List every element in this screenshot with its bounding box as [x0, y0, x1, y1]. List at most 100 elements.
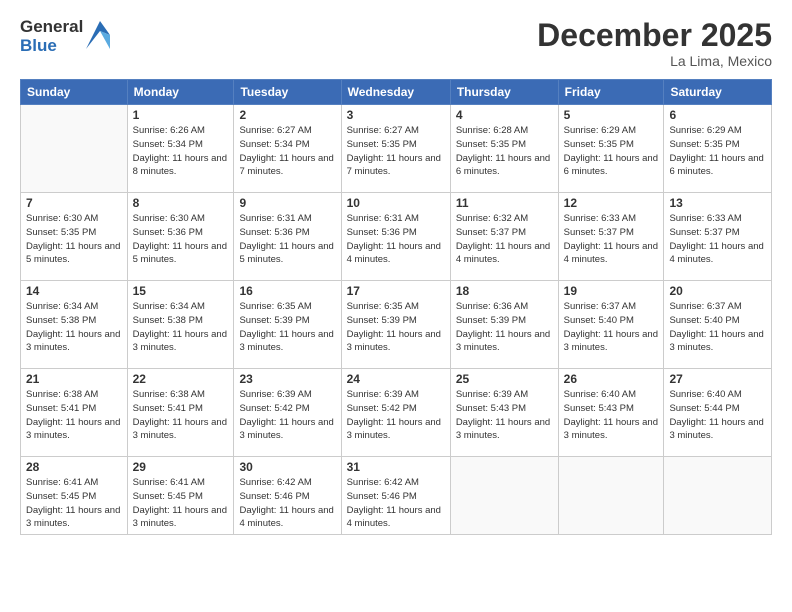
day-info: Sunrise: 6:29 AM Sunset: 5:35 PM Dayligh… [669, 124, 766, 179]
calendar: SundayMondayTuesdayWednesdayThursdayFrid… [20, 79, 772, 535]
day-info: Sunrise: 6:42 AM Sunset: 5:46 PM Dayligh… [239, 476, 335, 531]
day-info: Sunrise: 6:27 AM Sunset: 5:34 PM Dayligh… [239, 124, 335, 179]
day-number: 20 [669, 284, 766, 298]
day-number: 17 [347, 284, 445, 298]
calendar-cell: 5 Sunrise: 6:29 AM Sunset: 5:35 PM Daylig… [558, 105, 664, 193]
calendar-week-row: 7 Sunrise: 6:30 AM Sunset: 5:35 PM Daylig… [21, 193, 772, 281]
day-info: Sunrise: 6:26 AM Sunset: 5:34 PM Dayligh… [133, 124, 229, 179]
day-number: 18 [456, 284, 553, 298]
calendar-cell: 11 Sunrise: 6:32 AM Sunset: 5:37 PM Dayli… [450, 193, 558, 281]
calendar-cell: 23 Sunrise: 6:39 AM Sunset: 5:42 PM Dayli… [234, 369, 341, 457]
day-info: Sunrise: 6:37 AM Sunset: 5:40 PM Dayligh… [669, 300, 766, 355]
day-info: Sunrise: 6:42 AM Sunset: 5:46 PM Dayligh… [347, 476, 445, 531]
calendar-cell: 27 Sunrise: 6:40 AM Sunset: 5:44 PM Dayli… [664, 369, 772, 457]
day-number: 10 [347, 196, 445, 210]
calendar-cell: 3Sunrise: 6:27 AM Sunset: 5:35 PM Daylig… [341, 105, 450, 193]
calendar-week-row: 28 Sunrise: 6:41 AM Sunset: 5:45 PM Dayli… [21, 457, 772, 535]
day-number: 30 [239, 460, 335, 474]
day-number: 3 [347, 108, 445, 122]
day-number: 28 [26, 460, 122, 474]
day-info: Sunrise: 6:34 AM Sunset: 5:38 PM Dayligh… [26, 300, 122, 355]
logo-general: General [20, 18, 83, 37]
calendar-cell: 15 Sunrise: 6:34 AM Sunset: 5:38 PM Dayli… [127, 281, 234, 369]
weekday-header: Wednesday [341, 80, 450, 105]
calendar-cell: 10 Sunrise: 6:31 AM Sunset: 5:36 PM Dayli… [341, 193, 450, 281]
calendar-cell: 31Sunrise: 6:42 AM Sunset: 5:46 PM Dayli… [341, 457, 450, 535]
calendar-cell: 30 Sunrise: 6:42 AM Sunset: 5:46 PM Dayli… [234, 457, 341, 535]
weekday-header: Monday [127, 80, 234, 105]
weekday-header: Friday [558, 80, 664, 105]
calendar-cell: 2 Sunrise: 6:27 AM Sunset: 5:34 PM Daylig… [234, 105, 341, 193]
day-number: 23 [239, 372, 335, 386]
calendar-cell [21, 105, 128, 193]
calendar-cell: 12Sunrise: 6:33 AM Sunset: 5:37 PM Dayli… [558, 193, 664, 281]
day-number: 21 [26, 372, 122, 386]
calendar-cell: 25 Sunrise: 6:39 AM Sunset: 5:43 PM Dayli… [450, 369, 558, 457]
calendar-cell: 13 Sunrise: 6:33 AM Sunset: 5:37 PM Dayli… [664, 193, 772, 281]
day-info: Sunrise: 6:36 AM Sunset: 5:39 PM Dayligh… [456, 300, 553, 355]
day-info: Sunrise: 6:41 AM Sunset: 5:45 PM Dayligh… [26, 476, 122, 531]
day-info: Sunrise: 6:41 AM Sunset: 5:45 PM Dayligh… [133, 476, 229, 531]
calendar-week-row: 1Sunrise: 6:26 AM Sunset: 5:34 PM Daylig… [21, 105, 772, 193]
calendar-cell: 8 Sunrise: 6:30 AM Sunset: 5:36 PM Daylig… [127, 193, 234, 281]
logo-blue: Blue [20, 37, 83, 56]
day-info: Sunrise: 6:31 AM Sunset: 5:36 PM Dayligh… [239, 212, 335, 267]
calendar-cell: 28 Sunrise: 6:41 AM Sunset: 5:45 PM Dayli… [21, 457, 128, 535]
calendar-cell: 22Sunrise: 6:38 AM Sunset: 5:41 PM Dayli… [127, 369, 234, 457]
day-info: Sunrise: 6:33 AM Sunset: 5:37 PM Dayligh… [669, 212, 766, 267]
calendar-week-row: 14 Sunrise: 6:34 AM Sunset: 5:38 PM Dayli… [21, 281, 772, 369]
logo-text: General Blue [20, 18, 83, 55]
calendar-cell: 4 Sunrise: 6:28 AM Sunset: 5:35 PM Daylig… [450, 105, 558, 193]
day-info: Sunrise: 6:40 AM Sunset: 5:44 PM Dayligh… [669, 388, 766, 443]
day-number: 9 [239, 196, 335, 210]
day-info: Sunrise: 6:39 AM Sunset: 5:43 PM Dayligh… [456, 388, 553, 443]
day-number: 25 [456, 372, 553, 386]
day-number: 15 [133, 284, 229, 298]
weekday-header: Tuesday [234, 80, 341, 105]
day-number: 6 [669, 108, 766, 122]
calendar-cell [664, 457, 772, 535]
day-number: 2 [239, 108, 335, 122]
calendar-cell: 19Sunrise: 6:37 AM Sunset: 5:40 PM Dayli… [558, 281, 664, 369]
day-info: Sunrise: 6:30 AM Sunset: 5:36 PM Dayligh… [133, 212, 229, 267]
day-info: Sunrise: 6:30 AM Sunset: 5:35 PM Dayligh… [26, 212, 122, 267]
day-info: Sunrise: 6:35 AM Sunset: 5:39 PM Dayligh… [347, 300, 445, 355]
day-number: 13 [669, 196, 766, 210]
day-info: Sunrise: 6:34 AM Sunset: 5:38 PM Dayligh… [133, 300, 229, 355]
logo-icon [86, 21, 110, 49]
month-title: December 2025 [537, 18, 772, 53]
day-number: 27 [669, 372, 766, 386]
day-number: 14 [26, 284, 122, 298]
day-number: 24 [347, 372, 445, 386]
header-row: SundayMondayTuesdayWednesdayThursdayFrid… [21, 80, 772, 105]
day-number: 5 [564, 108, 659, 122]
day-number: 4 [456, 108, 553, 122]
day-info: Sunrise: 6:38 AM Sunset: 5:41 PM Dayligh… [26, 388, 122, 443]
day-info: Sunrise: 6:39 AM Sunset: 5:42 PM Dayligh… [239, 388, 335, 443]
calendar-cell: 21 Sunrise: 6:38 AM Sunset: 5:41 PM Dayli… [21, 369, 128, 457]
weekday-header: Thursday [450, 80, 558, 105]
calendar-cell: 9 Sunrise: 6:31 AM Sunset: 5:36 PM Daylig… [234, 193, 341, 281]
calendar-cell: 20 Sunrise: 6:37 AM Sunset: 5:40 PM Dayli… [664, 281, 772, 369]
day-number: 7 [26, 196, 122, 210]
title-block: December 2025 La Lima, Mexico [537, 18, 772, 69]
calendar-cell: 24 Sunrise: 6:39 AM Sunset: 5:42 PM Dayli… [341, 369, 450, 457]
day-number: 8 [133, 196, 229, 210]
weekday-header: Saturday [664, 80, 772, 105]
day-info: Sunrise: 6:31 AM Sunset: 5:36 PM Dayligh… [347, 212, 445, 267]
calendar-cell: 7 Sunrise: 6:30 AM Sunset: 5:35 PM Daylig… [21, 193, 128, 281]
calendar-cell: 18 Sunrise: 6:36 AM Sunset: 5:39 PM Dayli… [450, 281, 558, 369]
page: General Blue December 2025 La Lima, Mexi… [0, 0, 792, 612]
calendar-cell: 26Sunrise: 6:40 AM Sunset: 5:43 PM Dayli… [558, 369, 664, 457]
calendar-cell [558, 457, 664, 535]
day-info: Sunrise: 6:32 AM Sunset: 5:37 PM Dayligh… [456, 212, 553, 267]
day-number: 11 [456, 196, 553, 210]
calendar-cell: 1Sunrise: 6:26 AM Sunset: 5:34 PM Daylig… [127, 105, 234, 193]
day-number: 22 [133, 372, 229, 386]
day-info: Sunrise: 6:39 AM Sunset: 5:42 PM Dayligh… [347, 388, 445, 443]
calendar-cell: 29Sunrise: 6:41 AM Sunset: 5:45 PM Dayli… [127, 457, 234, 535]
calendar-cell: 6 Sunrise: 6:29 AM Sunset: 5:35 PM Daylig… [664, 105, 772, 193]
day-info: Sunrise: 6:29 AM Sunset: 5:35 PM Dayligh… [564, 124, 659, 179]
calendar-cell: 17 Sunrise: 6:35 AM Sunset: 5:39 PM Dayli… [341, 281, 450, 369]
day-info: Sunrise: 6:28 AM Sunset: 5:35 PM Dayligh… [456, 124, 553, 179]
